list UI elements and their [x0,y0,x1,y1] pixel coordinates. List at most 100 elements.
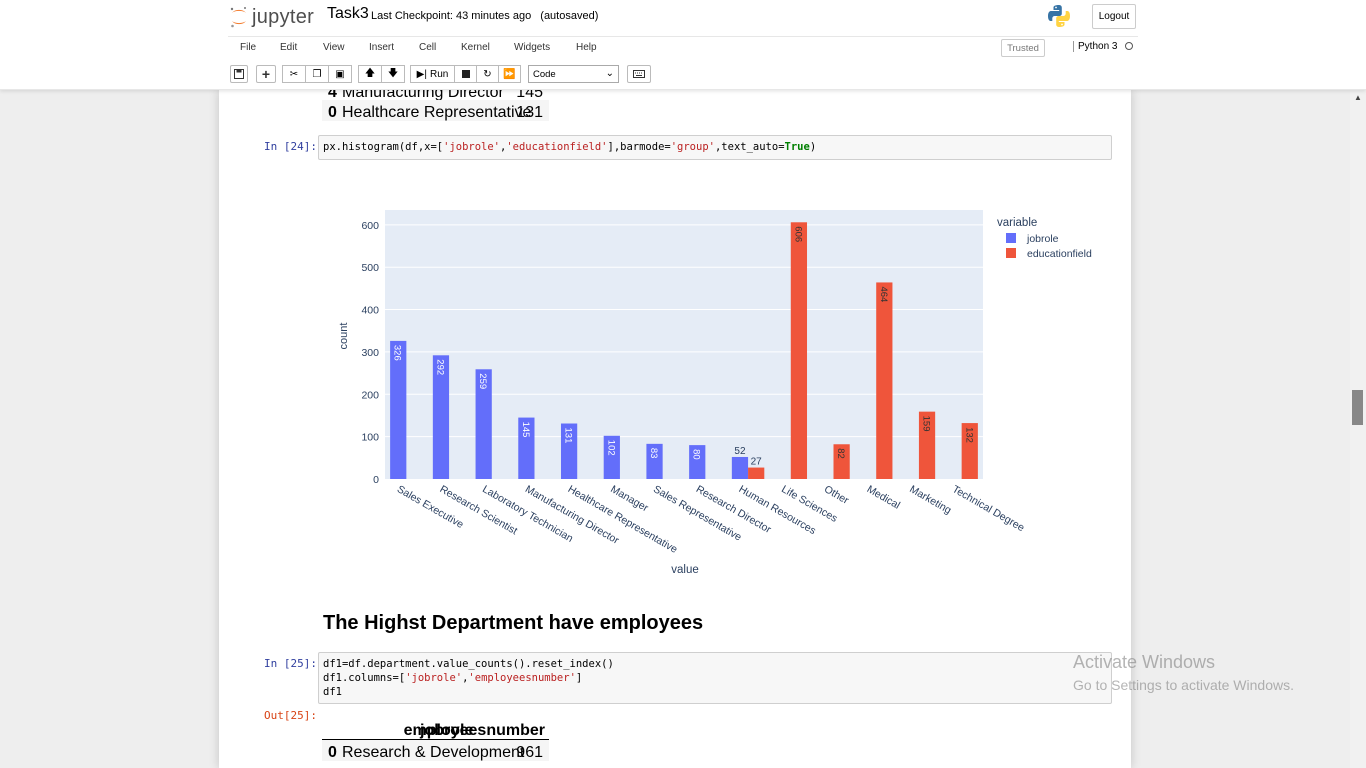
bar-value-label: 102 [605,440,616,456]
x-tick-label: Marketing [907,483,953,517]
menu-cell[interactable]: Cell [419,42,436,53]
code-cell-25[interactable]: df1=df.department.value_counts().reset_i… [318,652,1112,704]
bar-jobrole[interactable] [731,456,749,479]
code-text: ] [575,672,583,684]
bar-educationfield[interactable] [748,467,765,479]
code-string: 'jobrole' [443,141,501,153]
kernel-name[interactable]: Python 3 [1073,41,1117,52]
code-cell-24[interactable]: px.histogram(df,x=['jobrole','educationf… [318,135,1112,160]
histogram-chart[interactable]: 326 292 259 145 131 102 83 80 52 27 606 82 464 159 132… [319,200,1109,580]
jupyter-logo[interactable]: jupyter [229,4,314,30]
menu-help[interactable]: Help [576,42,597,53]
code-string: 'educationfield' [506,141,608,153]
run-icon: ▶| [416,68,427,80]
menu-file[interactable]: File [240,42,256,53]
copy-button[interactable]: ❐ [305,65,329,83]
bar-jobrole[interactable] [390,340,407,479]
notebook-container: 4 Manufacturing Director 145 0 Healthcar… [219,90,1131,768]
y-tick-label: 0 [373,474,379,486]
move-up-button[interactable]: 🡅 [358,65,382,83]
input-prompt: In [25]: [264,657,317,670]
bar-value-label: 464 [878,286,889,302]
legend-title: variable [997,217,1037,229]
x-tick-label: Medical [865,483,902,511]
column-header: employeesnumber [403,722,545,739]
bar-value-label: 159 [921,416,932,432]
save-button[interactable] [230,65,248,83]
run-button[interactable]: ▶| Run [410,65,455,83]
bar-value-label: 52 [734,446,746,457]
x-tick-label: Research Scientist [438,483,520,537]
checkpoint-text: Last Checkpoint: 43 minutes ago [371,10,532,22]
chart-legend: variable jobrole educationfield [997,217,1092,260]
y-tick-label: 100 [361,432,379,444]
bar-educationfield[interactable] [876,282,893,479]
legend-swatch-jobrole [1006,233,1016,243]
menu-kernel[interactable]: Kernel [461,42,490,53]
restart-button[interactable]: ↻ [476,65,499,83]
code-line-1: df1=df.department.value_counts().reset_i… [323,658,614,670]
trusted-indicator[interactable]: Trusted [1001,39,1045,57]
chevron-down-icon: ⌄ [605,68,614,79]
windows-activation-subtitle: Go to Settings to activate Windows. [1073,677,1294,693]
run-label: Run [429,68,449,80]
bar-value-label: 606 [792,226,803,242]
bar-value-label: 292 [434,359,445,375]
x-axis-label: value [671,564,699,576]
logo-text: jupyter [252,5,315,28]
code-line-3: df1 [323,686,342,698]
bar-value-label: 82 [835,448,846,459]
bar-value-label: 326 [392,345,403,361]
y-tick-label: 400 [361,305,379,317]
code-text: ,text_auto= [714,141,785,153]
copy-icon: ❐ [312,68,322,80]
row-count: 961 [516,744,543,761]
scrollbar-thumb[interactable] [1352,390,1363,425]
notebook-header: jupyter Task3 Last Checkpoint: 43 minute… [0,0,1366,90]
y-tick-label: 600 [361,220,379,232]
menu-insert[interactable]: Insert [369,42,394,53]
keyboard-icon [633,70,645,78]
autosave-status: (autosaved) [540,10,599,22]
cut-button[interactable]: ✂ [282,65,306,83]
kernel-idle-icon [1125,42,1133,50]
code-text: px.histogram(df,x=[ [323,141,444,153]
row-index: 0 [328,744,337,761]
paste-button[interactable]: ▣ [328,65,352,83]
windows-activation-title: Activate Windows [1073,652,1216,672]
page-scrollbar[interactable]: ▲ [1350,90,1366,768]
row-count: 131 [516,104,543,121]
bar-value-label: 145 [520,422,531,438]
interrupt-button[interactable] [454,65,477,83]
row-jobrole: Healthcare Representative [342,104,532,121]
cut-icon: ✂ [289,68,299,80]
jupyter-logo-icon [230,7,246,28]
move-down-button[interactable]: 🡇 [381,65,405,83]
legend-label-jobrole[interactable]: jobrole [1026,233,1059,245]
menu-edit[interactable]: Edit [280,42,297,53]
python-logo-icon [1047,4,1071,33]
x-tick-label: Technical Degree [950,483,1026,534]
legend-label-educationfield[interactable]: educationfield [1027,248,1092,260]
save-icon [234,69,244,79]
bar-value-label: 83 [648,448,659,459]
plot-background [385,210,983,479]
notebook-name[interactable]: Task3 [327,5,369,23]
cell-type-select[interactable]: Code ⌄ [528,65,619,83]
logout-button[interactable]: Logout [1092,4,1136,29]
code-string: 'group' [670,141,715,153]
restart-run-all-button[interactable]: ⏩ [498,65,521,83]
bar-educationfield[interactable] [790,222,808,479]
scroll-up-icon[interactable]: ▲ [1354,93,1362,102]
bar-value-label: 80 [691,449,702,460]
output-prompt: Out[25]: [264,709,317,722]
arrow-up-icon: 🡅 [364,67,376,79]
arrow-down-icon: 🡇 [387,67,399,79]
menu-widgets[interactable]: Widgets [514,42,550,53]
y-tick-label: 300 [361,347,379,359]
paste-icon: ▣ [335,68,345,80]
command-palette-button[interactable] [627,65,651,83]
insert-cell-button[interactable]: + [256,65,276,83]
menu-view[interactable]: View [323,42,345,53]
table-header: jobrole employeesnumber [322,718,549,740]
